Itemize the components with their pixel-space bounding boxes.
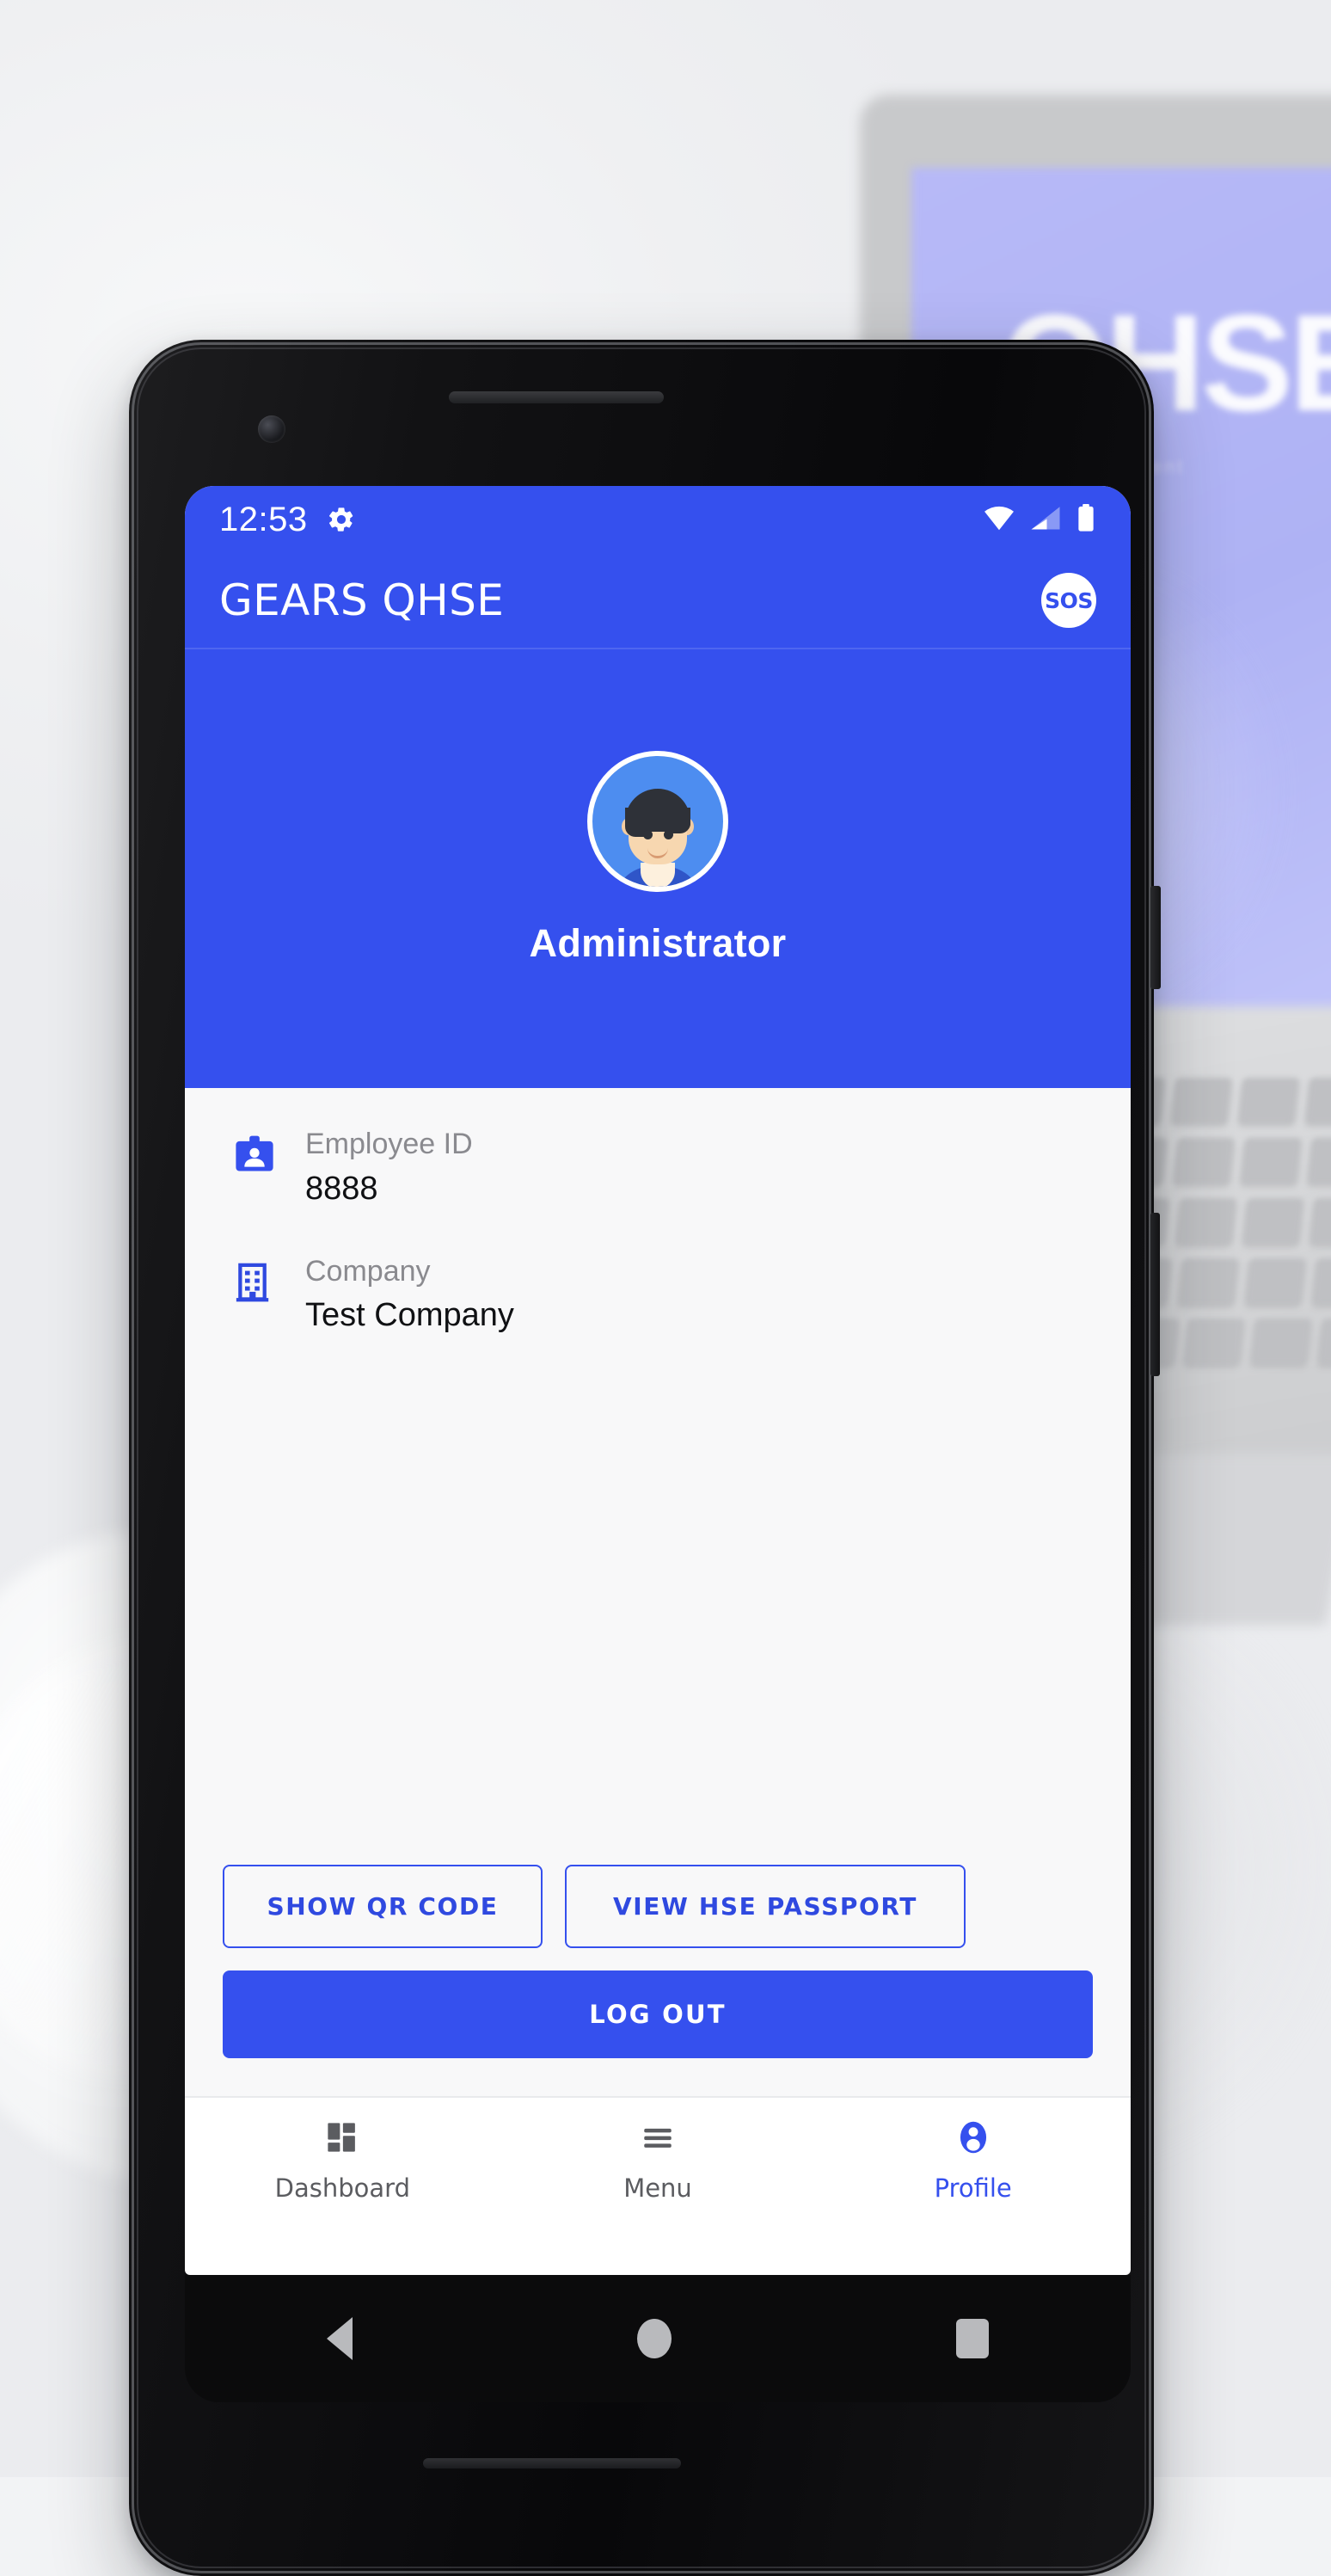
hamburger-menu-icon <box>640 2119 676 2160</box>
avatar-eye-right <box>664 830 673 839</box>
detail-text-company: Company Test Company <box>305 1253 514 1337</box>
bottom-navigation-bar: Dashboard Menu Profile <box>185 2096 1131 2223</box>
nav-label-dashboard: Dashboard <box>274 2173 410 2203</box>
phone-power-button[interactable] <box>1150 886 1161 989</box>
avatar-hair-right-side <box>668 808 690 833</box>
battery-icon <box>1076 503 1096 536</box>
status-bar-clock: 12:53 <box>219 500 308 538</box>
nav-item-profile[interactable]: Profile <box>815 2119 1131 2203</box>
show-qr-code-button[interactable]: SHOW QR CODE <box>223 1865 543 1948</box>
id-badge-icon <box>223 1126 286 1179</box>
detail-text-employee-id: Employee ID 8888 <box>305 1126 473 1210</box>
person-circle-icon <box>955 2119 991 2160</box>
nav-label-profile: Profile <box>934 2173 1012 2203</box>
avatar <box>587 751 728 892</box>
phone-volume-button[interactable] <box>1150 1213 1160 1376</box>
detail-value: 8888 <box>305 1170 378 1207</box>
avatar-eye-left <box>643 830 653 839</box>
android-system-navigation-bar <box>185 2275 1131 2402</box>
secondary-action-row: SHOW QR CODE VIEW HSE PASSPORT <box>223 1865 1093 1948</box>
app-bar: GEARS QHSE SOS <box>185 553 1131 648</box>
detail-row-company: Company Test Company <box>223 1253 1093 1337</box>
back-triangle-icon[interactable] <box>327 2317 353 2360</box>
nav-item-menu[interactable]: Menu <box>500 2119 816 2203</box>
detail-label: Employee ID <box>305 1128 473 1160</box>
building-icon <box>223 1253 286 1306</box>
nav-label-menu: Menu <box>623 2173 692 2203</box>
status-bar: 12:53 <box>185 486 1131 553</box>
recents-square-icon[interactable] <box>955 2319 989 2358</box>
nav-item-dashboard[interactable]: Dashboard <box>185 2119 500 2203</box>
phone-earpiece-speaker <box>449 391 664 403</box>
detail-value: Test Company <box>305 1297 514 1334</box>
profile-details-panel: Employee ID 8888 Company Test Company SH… <box>185 1088 1131 2096</box>
view-hse-passport-button[interactable]: VIEW HSE PASSPORT <box>565 1865 966 1948</box>
home-circle-icon[interactable] <box>636 2319 672 2358</box>
status-bar-icons <box>983 503 1096 536</box>
log-out-button[interactable]: LOG OUT <box>223 1970 1093 2058</box>
phone-bottom-speaker <box>423 2458 681 2468</box>
phone-front-camera <box>258 415 285 443</box>
profile-name: Administrator <box>529 921 787 965</box>
app-title: GEARS QHSE <box>219 575 505 625</box>
cellular-signal-icon <box>1030 505 1061 535</box>
phone-screen: 12:53 GEARS QHSE SOS Administrator Emplo… <box>185 486 1131 2275</box>
detail-row-employee-id: Employee ID 8888 <box>223 1126 1093 1210</box>
profile-hero: Administrator <box>185 648 1131 1088</box>
sos-button[interactable]: SOS <box>1041 573 1096 628</box>
wifi-icon <box>983 505 1015 535</box>
dashboard-grid-icon <box>324 2119 360 2160</box>
gear-icon <box>327 505 356 534</box>
detail-label: Company <box>305 1254 431 1288</box>
